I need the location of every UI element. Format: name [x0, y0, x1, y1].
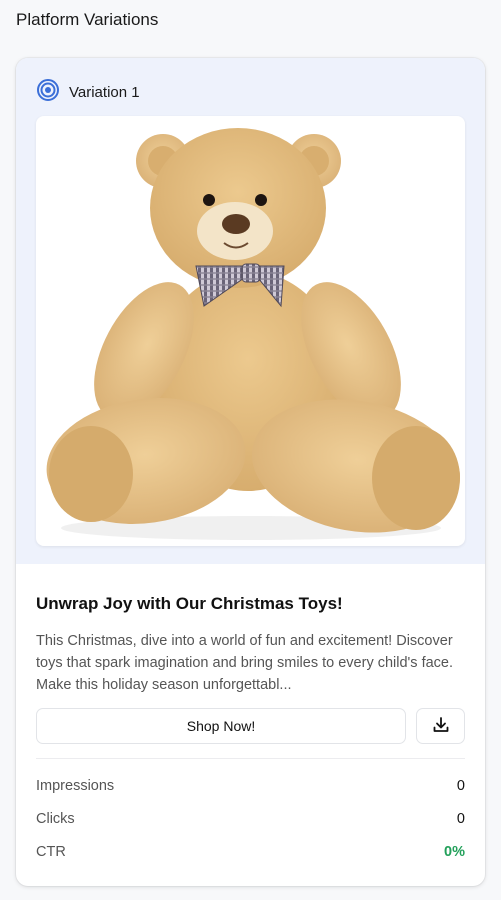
target-icon [37, 79, 59, 106]
page-title: Platform Variations [16, 10, 159, 29]
stat-label: Clicks [36, 810, 75, 827]
stat-label: CTR [36, 843, 66, 860]
ad-headline: Unwrap Joy with Our Christmas Toys! [36, 594, 343, 613]
variation-card: Variation 1 Unwrap Joy with Our Christma… [16, 58, 485, 886]
download-button[interactable] [416, 708, 465, 744]
card-actions: Shop Now! [36, 708, 465, 744]
variation-label: Variation 1 [69, 84, 140, 101]
product-image [36, 116, 465, 546]
stats-divider [36, 758, 465, 759]
ad-description: This Christmas, dive into a world of fun… [36, 633, 454, 693]
stat-clicks: Clicks 0 [36, 802, 465, 835]
shop-now-button[interactable]: Shop Now! [36, 708, 406, 744]
variation-card-body: Unwrap Joy with Our Christmas Toys! This… [16, 564, 485, 868]
variation-header: Variation 1 [37, 79, 140, 106]
stat-label: Impressions [36, 777, 115, 794]
stat-ctr: CTR 0% [36, 835, 465, 868]
stat-impressions: Impressions 0 [36, 769, 465, 802]
teddy-bear-illustration [46, 128, 461, 540]
download-icon [432, 716, 450, 737]
stat-value: 0 [456, 810, 465, 827]
stat-value: 0 [456, 777, 465, 794]
variation-card-header: Variation 1 [16, 58, 485, 564]
stat-value: 0% [444, 843, 465, 860]
